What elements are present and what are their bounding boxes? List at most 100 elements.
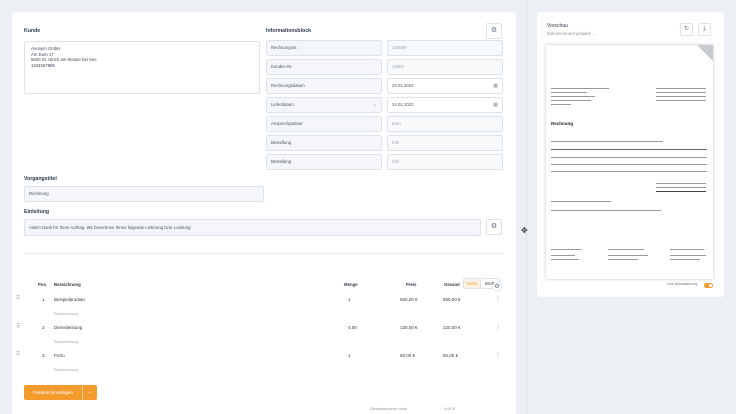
row-name[interactable]: Beispielprodukt: [54, 297, 85, 302]
contact-input[interactable]: Kein: [387, 116, 503, 132]
gear-icon[interactable]: ⚙: [486, 23, 502, 39]
intro-input[interactable]: Vielen Dank für Ihren Auftrag. Wir berec…: [24, 219, 481, 236]
row-name[interactable]: Dienstleistung: [54, 325, 82, 330]
drag-handle-icon[interactable]: ⠿: [16, 295, 21, 302]
doc-footer-line: [670, 249, 704, 250]
download-icon[interactable]: ⤓: [698, 23, 711, 36]
total-label: Gesamtsumme netto: [370, 406, 408, 411]
row-total: 60,00 €: [443, 353, 459, 358]
header-quantity: Menge: [344, 282, 358, 287]
row-description[interactable]: Beschreibung: [54, 339, 78, 344]
row-pos: 2.: [42, 325, 46, 330]
drag-handle-icon[interactable]: ⠿: [16, 351, 21, 358]
panel-divider[interactable]: [526, 0, 527, 414]
calendar-icon[interactable]: ▦: [493, 79, 498, 93]
doc-table-header-line: [551, 149, 707, 150]
doc-sender-line: [551, 88, 609, 89]
row-name[interactable]: Porto: [54, 353, 65, 358]
chevron-down-icon[interactable]: ⌄: [82, 385, 97, 400]
info-label-field[interactable]: Kunden-Nr.: [266, 59, 382, 75]
row-description[interactable]: Beschreibung: [54, 311, 78, 316]
row-pos: 1.: [42, 297, 46, 302]
info-label-field[interactable]: Bestellung: [266, 135, 382, 151]
customer-address-box[interactable]: Anonym GmbH Am Dom 17 5620 St. Ulrich am…: [24, 41, 260, 94]
doc-info-line: [656, 100, 706, 101]
customer-label: Kunde: [24, 28, 41, 34]
doc-table-row-line: [551, 157, 707, 158]
delivery-date-value: 24.01.2023: [392, 102, 414, 107]
gear-icon[interactable]: ⚙: [492, 282, 502, 292]
calendar-icon[interactable]: ▦: [493, 98, 498, 112]
info-label-select[interactable]: Lieferdatum ⌄: [266, 97, 382, 113]
doc-footer-line: [608, 249, 644, 250]
intro-label: Einleitung: [24, 209, 50, 215]
info-label-field[interactable]: Ansprechpartner: [266, 116, 382, 132]
order-input[interactable]: Info: [387, 154, 503, 170]
doc-info-line: [656, 88, 706, 89]
header-pos: Pos.: [38, 282, 48, 287]
add-position-button[interactable]: Position hinzufügen ⌄: [24, 385, 97, 400]
more-icon[interactable]: ⋮: [495, 296, 501, 303]
more-icon[interactable]: ⋮: [495, 324, 501, 331]
row-total: 560,00 €: [443, 297, 461, 302]
subject-label: Vorgangstitel: [24, 176, 57, 182]
doc-footer-line: [670, 255, 706, 256]
doc-address-line: [551, 96, 595, 97]
doc-table-row-line: [551, 171, 707, 172]
preview-title: Vorschau: [547, 23, 568, 29]
doc-footer-line: [608, 255, 648, 256]
doc-title: Rechnung: [551, 121, 573, 126]
invoice-date-value: 24.01.2023: [392, 83, 414, 88]
delivery-date-label: Lieferdatum: [271, 102, 294, 107]
doc-footer-line: [551, 255, 575, 256]
invoice-date-input[interactable]: 24.01.2023 ▦: [387, 78, 503, 94]
info-label-field[interactable]: Rechnungsdatum: [266, 78, 382, 94]
header-total: Gesamt: [444, 282, 460, 287]
doc-closing-line: [551, 201, 611, 202]
total-value: 0,00 €: [444, 406, 456, 411]
order-input[interactable]: Info: [387, 135, 503, 151]
more-icon[interactable]: ⋮: [495, 352, 501, 359]
doc-address-line: [551, 100, 591, 101]
doc-info-line: [656, 92, 706, 93]
doc-closing-line: [551, 210, 661, 211]
chevron-down-icon: ⌄: [372, 102, 377, 108]
live-update-label: Live-Aktualisierung: [667, 282, 698, 286]
row-price[interactable]: 560,00 €: [400, 297, 418, 302]
doc-footer-line: [551, 259, 579, 260]
resize-handle-icon[interactable]: ✥: [521, 226, 528, 235]
drag-handle-icon[interactable]: ⠿: [16, 323, 21, 330]
info-label-field[interactable]: Rechnungsnr.: [266, 40, 382, 56]
row-qty[interactable]: 1: [348, 297, 351, 302]
customer-number-input[interactable]: 10007: [387, 59, 503, 75]
doc-footer-line: [670, 259, 700, 260]
document-preview[interactable]: Rechnung: [546, 45, 713, 279]
row-pos: 3.: [42, 353, 46, 358]
info-label-field[interactable]: Bestellung: [266, 154, 382, 170]
add-position-label: Position hinzufügen: [32, 390, 74, 395]
row-description[interactable]: Beschreibung: [54, 367, 78, 372]
subject-input[interactable]: Rechnung: [24, 186, 264, 202]
refresh-icon[interactable]: ↻: [680, 23, 693, 36]
row-price[interactable]: 130,00 €: [400, 325, 418, 330]
info-block-label: Informationsblock: [266, 28, 311, 34]
row-total: 220,00 €: [443, 325, 461, 330]
doc-sum-line: [656, 187, 706, 188]
delivery-date-input[interactable]: 24.01.2023 ▦: [387, 97, 503, 113]
row-qty[interactable]: 4,00: [348, 325, 357, 330]
doc-footer-line: [608, 259, 638, 260]
divider: [24, 253, 504, 254]
page-corner-icon: [697, 45, 713, 61]
net-toggle[interactable]: Netto: [463, 278, 482, 289]
row-price[interactable]: 60,00 €: [400, 353, 415, 358]
doc-info-line: [656, 96, 706, 97]
invoice-number-input[interactable]: 100089: [387, 40, 503, 56]
doc-address-line: [551, 92, 587, 93]
gear-icon[interactable]: ⚙: [486, 219, 502, 235]
doc-sum-line: [656, 183, 706, 184]
preview-subtitle: Dokument wird geladen …: [547, 31, 597, 36]
live-update-toggle[interactable]: [704, 283, 713, 288]
row-qty[interactable]: 1: [348, 353, 351, 358]
doc-intro-line: [551, 141, 663, 142]
doc-address-line: [551, 104, 571, 105]
